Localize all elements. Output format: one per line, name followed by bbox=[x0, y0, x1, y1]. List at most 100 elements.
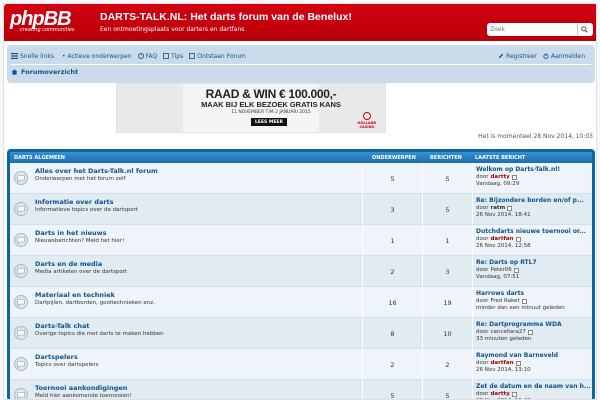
power-icon bbox=[543, 53, 549, 59]
banner-read-more-button[interactable]: LEES MEER bbox=[251, 118, 287, 126]
register-link[interactable]: Registreer bbox=[498, 53, 537, 60]
last-post-title-link[interactable]: Re: Dartprogramma WDA bbox=[476, 321, 592, 329]
last-post-username-link[interactable]: Peter06 bbox=[490, 267, 511, 275]
forum-read-icon bbox=[14, 233, 28, 247]
forum-title-link[interactable]: Dartspelers bbox=[35, 353, 78, 361]
last-post-title-link[interactable]: Welkom op Darts-Talk.nl! bbox=[476, 166, 592, 174]
last-post-username-link[interactable]: Fred Raket bbox=[490, 298, 519, 306]
last-post-header: LAATSTE BERICHT bbox=[475, 155, 526, 161]
last-post-cell: Welkom op Darts-Talk.nl! door dartty Van… bbox=[472, 163, 592, 194]
view-latest-post-icon[interactable] bbox=[527, 329, 533, 335]
view-latest-post-icon[interactable] bbox=[521, 298, 527, 304]
navbar: Snelle links • Actieve onderwerpen ? FAQ… bbox=[7, 45, 595, 83]
forum-title-link[interactable]: Toernooi aankondigingen bbox=[35, 384, 127, 392]
logo-text: phpBB bbox=[10, 8, 72, 30]
last-post-title-link[interactable]: Re: Darts op RTL7 bbox=[476, 259, 592, 267]
forum-read-icon bbox=[14, 171, 28, 185]
last-post-title-link[interactable]: Dutchdarts nieuwe toernooi or... bbox=[476, 228, 592, 236]
forum-read-icon bbox=[14, 264, 28, 278]
site-logo[interactable]: phpBB creating communities bbox=[10, 9, 90, 37]
forum-read-icon bbox=[14, 202, 28, 216]
last-post-author: door cancellara27 bbox=[476, 329, 592, 337]
last-post-title-link[interactable]: Raymond van Barneveld bbox=[476, 352, 592, 360]
forum-title-link[interactable]: Informatie over darts bbox=[35, 198, 114, 206]
search-box bbox=[487, 23, 593, 36]
last-post-by-label: door bbox=[476, 297, 489, 304]
view-latest-post-icon[interactable] bbox=[513, 267, 519, 273]
active-topics-link[interactable]: • Actieve onderwerpen bbox=[60, 53, 132, 60]
forum-description: Informatieve topics over de dartsport bbox=[35, 207, 138, 213]
last-post-cell: Dutchdarts nieuwe toernooi or... door da… bbox=[472, 225, 592, 256]
last-post-username-link[interactable]: dartfan bbox=[490, 360, 513, 368]
topics-header: ONDERWERPEN bbox=[372, 155, 416, 161]
last-post-by-label: door bbox=[476, 235, 489, 242]
quick-links-menu[interactable]: Snelle links bbox=[11, 53, 54, 60]
last-post-by-label: door bbox=[476, 173, 489, 180]
forum-description: Nieuwsberichten? Meld het hier! bbox=[35, 238, 125, 244]
posts-count: 2 bbox=[422, 349, 472, 380]
tips-link[interactable]: Tips bbox=[163, 53, 183, 60]
home-icon bbox=[11, 69, 18, 75]
last-post-date: Vandaag, 07:51 bbox=[476, 274, 520, 280]
menu-icon bbox=[11, 53, 18, 59]
bullet-icon: • bbox=[61, 52, 66, 60]
topics-count: 1 bbox=[362, 225, 422, 256]
banner-dates: 11 NOVEMBER T/M 2 JANUARI 2015 bbox=[231, 110, 311, 115]
logo-subtitle: creating communities bbox=[20, 27, 75, 33]
forum-title-link[interactable]: Darts-Talk chat bbox=[35, 322, 89, 330]
forum-row: Materiaal en techniek Dartpijlen, dartbo… bbox=[10, 287, 592, 318]
quick-links-label: Snelle links bbox=[20, 52, 54, 60]
last-post-username-link[interactable]: ratm bbox=[490, 205, 505, 213]
search-input[interactable] bbox=[487, 23, 577, 36]
last-post-username-link[interactable]: dartty bbox=[490, 391, 509, 399]
view-latest-post-icon[interactable] bbox=[515, 360, 521, 366]
last-post-title-link[interactable]: Harrows darts bbox=[476, 290, 592, 298]
forum-table-header: DARTS ALGEMEEN ONDERWERPEN BERICHTEN LAA… bbox=[10, 152, 592, 163]
breadcrumb[interactable]: Forumoverzicht bbox=[11, 68, 78, 76]
nav-divider bbox=[11, 64, 591, 65]
last-post-author: door dartty bbox=[476, 174, 592, 182]
last-post-username-link[interactable]: cancellara27 bbox=[490, 329, 525, 337]
view-latest-post-icon[interactable] bbox=[515, 236, 521, 242]
page: phpBB creating communities DARTS-TALK.NL… bbox=[3, 3, 597, 400]
login-link[interactable]: Aanmelden bbox=[543, 53, 585, 60]
forum-title-link[interactable]: Darts in het nieuws bbox=[35, 229, 107, 237]
site-title[interactable]: DARTS-TALK.NL: Het darts forum van de Be… bbox=[100, 11, 352, 23]
forum-read-icon bbox=[14, 326, 28, 340]
view-latest-post-icon[interactable] bbox=[511, 174, 517, 180]
topics-count: 5 bbox=[362, 163, 422, 194]
holland-casino-logo: HOLLAND CASINO bbox=[355, 112, 379, 129]
advertisement-banner[interactable]: RAAD & WIN € 100.000,- MAAK BIJ ELK BEZO… bbox=[116, 83, 386, 133]
faq-link[interactable]: ? FAQ bbox=[137, 53, 157, 60]
search-button[interactable] bbox=[577, 23, 591, 36]
forum-origin-link[interactable]: Ontstaan Forum bbox=[189, 52, 246, 60]
pencil-icon bbox=[499, 53, 504, 58]
last-post-by-label: door bbox=[476, 359, 489, 366]
last-post-cell: Raymond van Barneveld door dartfan 26 No… bbox=[472, 349, 592, 380]
last-post-username-link[interactable]: dartfan bbox=[490, 236, 513, 244]
banner-headline: RAAD & WIN € 100.000,- bbox=[205, 87, 337, 101]
last-post-username-link[interactable]: dartty bbox=[490, 174, 509, 182]
last-post-title-link[interactable]: Zet de datum en de naam van h... bbox=[476, 383, 592, 391]
last-post-cell: Harrows darts door Fred Raket minder dan… bbox=[472, 287, 592, 318]
casino-ball-icon bbox=[363, 112, 371, 120]
forum-category-table: DARTS ALGEMEEN ONDERWERPEN BERICHTEN LAA… bbox=[7, 149, 595, 399]
forum-title-link[interactable]: Materiaal en techniek bbox=[35, 291, 115, 299]
last-post-author: door dartfan bbox=[476, 360, 592, 368]
view-latest-post-icon[interactable] bbox=[507, 205, 513, 211]
posts-count: 10 bbox=[422, 318, 472, 349]
topics-count: 16 bbox=[362, 287, 422, 318]
tips-label: Tips bbox=[171, 52, 184, 60]
last-post-title-link[interactable]: Re: Bijzondere borden en/of p... bbox=[476, 197, 592, 205]
view-latest-post-icon[interactable] bbox=[511, 391, 517, 397]
topics-count: 2 bbox=[362, 349, 422, 380]
category-header[interactable]: DARTS ALGEMEEN bbox=[14, 155, 65, 161]
posts-header: BERICHTEN bbox=[430, 155, 462, 161]
forum-row: Informatie over darts Informatieve topic… bbox=[10, 194, 592, 225]
forum-title-link[interactable]: Alles over het Darts-Talk.nl forum bbox=[35, 167, 158, 175]
last-post-cell: Re: Bijzondere borden en/of p... door ra… bbox=[472, 194, 592, 225]
forum-origin-label: Ontstaan Forum bbox=[197, 52, 246, 60]
last-post-cell: Zet de datum en de naam van h... door da… bbox=[472, 380, 592, 399]
forum-title-link[interactable]: Darts en de media bbox=[35, 260, 102, 268]
last-post-by-label: door bbox=[476, 266, 489, 273]
